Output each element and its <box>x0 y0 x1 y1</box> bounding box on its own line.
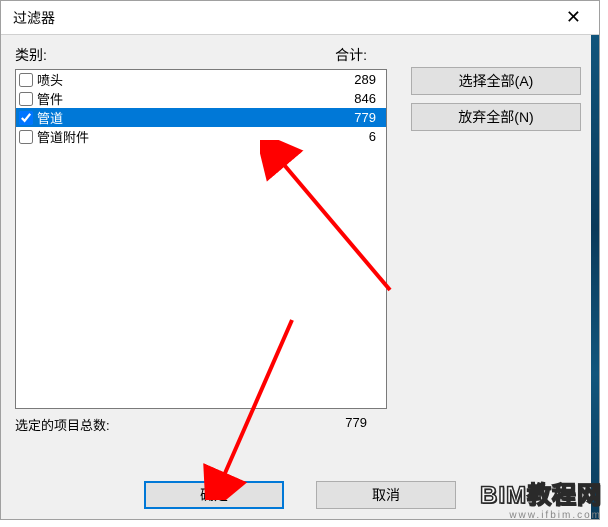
selected-total-value: 779 <box>307 415 387 434</box>
footer-summary: 选定的项目总数: 779 <box>15 415 387 434</box>
cancel-button[interactable]: 取消 <box>316 481 456 509</box>
selected-total-label: 选定的项目总数: <box>15 415 307 434</box>
item-label: 喷头 <box>37 70 322 89</box>
item-count: 6 <box>322 129 382 144</box>
titlebar: 过滤器 ✕ <box>1 1 599 35</box>
header-category: 类别: <box>15 45 307 65</box>
list-item[interactable]: 管道附件 6 <box>16 127 386 146</box>
item-label: 管道 <box>37 108 322 127</box>
ok-button[interactable]: 确定 <box>144 481 284 509</box>
select-all-button[interactable]: 选择全部(A) <box>411 67 581 95</box>
list-item[interactable]: 管道 779 <box>16 108 386 127</box>
filter-dialog: 过滤器 ✕ 类别: 合计: 喷头 289 管件 846 管道 779 <box>0 0 600 520</box>
bottom-buttons: 确定 取消 <box>1 481 599 509</box>
item-checkbox[interactable] <box>19 73 33 87</box>
list-item[interactable]: 管件 846 <box>16 89 386 108</box>
dialog-content: 类别: 合计: 喷头 289 管件 846 管道 779 管道附件 <box>1 35 599 434</box>
item-count: 779 <box>322 110 382 125</box>
item-label: 管件 <box>37 89 322 108</box>
item-label: 管道附件 <box>37 127 322 146</box>
list-headers: 类别: 合计: <box>15 45 387 65</box>
item-checkbox[interactable] <box>19 92 33 106</box>
right-edge-strip <box>591 35 599 519</box>
discard-all-button[interactable]: 放弃全部(N) <box>411 103 581 131</box>
dialog-title: 过滤器 <box>13 8 55 28</box>
close-icon[interactable]: ✕ <box>558 5 589 30</box>
item-checkbox[interactable] <box>19 111 33 125</box>
item-checkbox[interactable] <box>19 130 33 144</box>
side-buttons: 选择全部(A) 放弃全部(N) <box>411 67 599 139</box>
item-count: 289 <box>322 72 382 87</box>
item-count: 846 <box>322 91 382 106</box>
header-total: 合计: <box>307 45 387 65</box>
list-item[interactable]: 喷头 289 <box>16 70 386 89</box>
category-listbox[interactable]: 喷头 289 管件 846 管道 779 管道附件 6 <box>15 69 387 409</box>
